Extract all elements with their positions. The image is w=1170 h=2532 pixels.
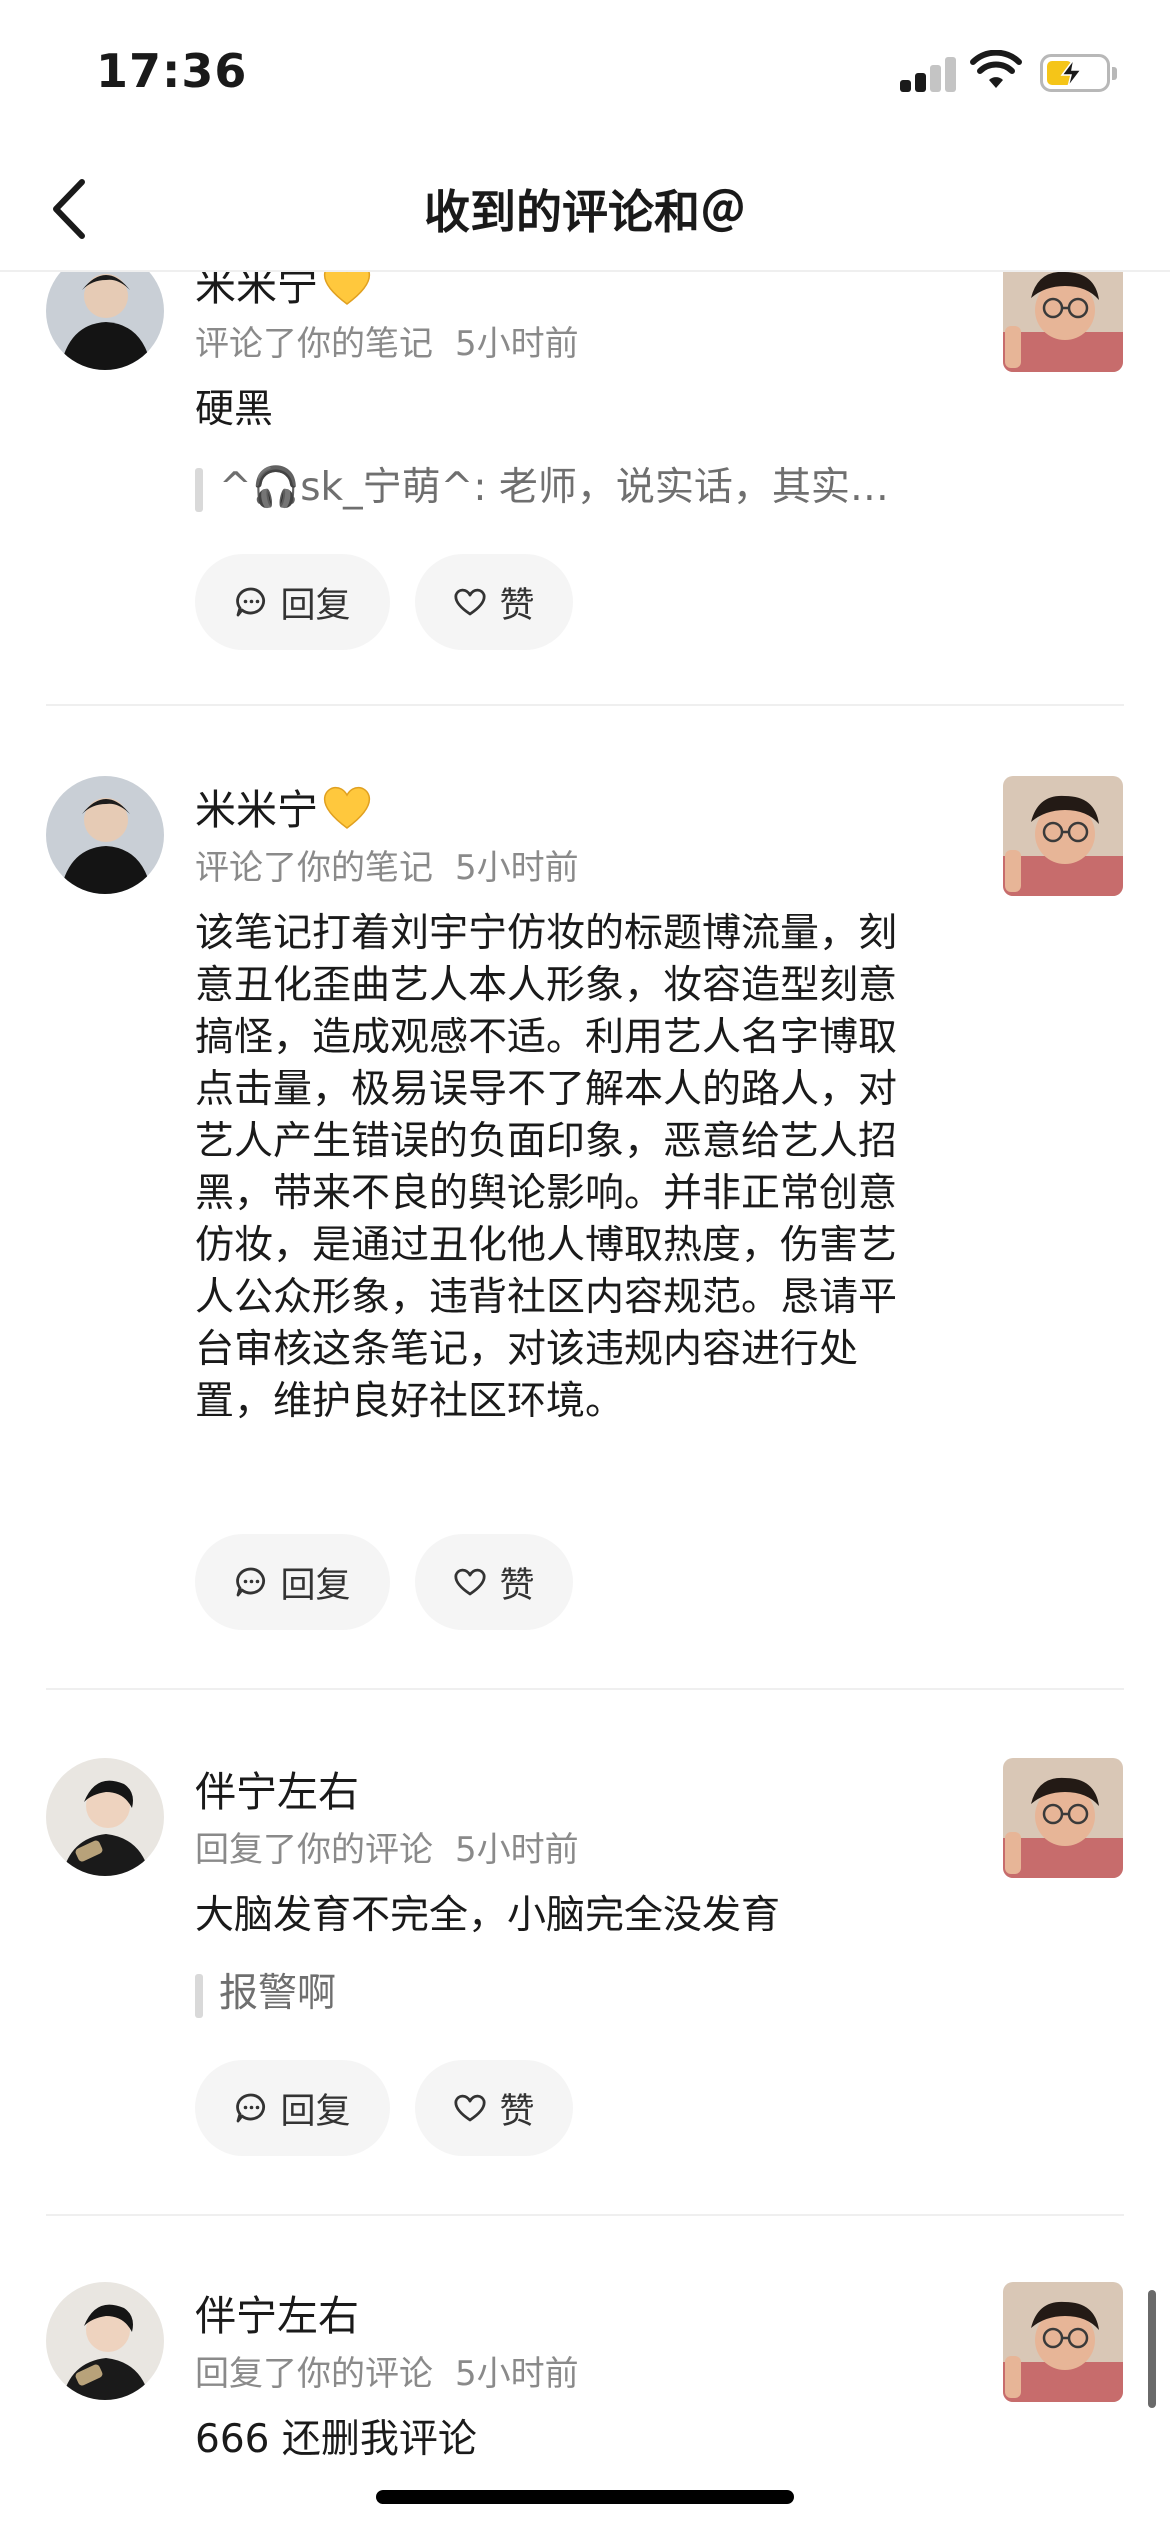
nav-bar: 收到的评论和＠ bbox=[0, 150, 1170, 272]
note-thumbnail[interactable] bbox=[1003, 272, 1123, 372]
action-text: 评论了你的笔记 bbox=[195, 848, 433, 888]
notification-item[interactable]: 伴宁左右 回复了你的评论 5小时前 大脑发育不完全，小脑完全没发育 报警啊 回复 … bbox=[0, 1758, 1170, 2278]
battery-icon bbox=[1040, 54, 1117, 92]
note-thumbnail[interactable] bbox=[1003, 776, 1123, 896]
yellow-heart-icon bbox=[322, 784, 372, 840]
timestamp: 5小时前 bbox=[455, 2354, 579, 2394]
divider bbox=[46, 704, 1124, 706]
notification-meta: 评论了你的笔记 5小时前 bbox=[195, 316, 579, 365]
scrollbar[interactable] bbox=[1148, 2290, 1156, 2408]
notification-meta: 评论了你的笔记 5小时前 bbox=[195, 840, 579, 889]
comment-text: 666 还删我评论 bbox=[195, 2417, 477, 2462]
timestamp: 5小时前 bbox=[455, 848, 579, 888]
user-avatar[interactable] bbox=[46, 1758, 164, 1876]
reply-button[interactable]: 回复 bbox=[195, 2060, 390, 2156]
status-time: 17:36 bbox=[96, 44, 248, 98]
yellow-heart-icon bbox=[322, 272, 372, 316]
wifi-icon bbox=[970, 50, 1022, 88]
user-avatar[interactable] bbox=[46, 2282, 164, 2400]
user-avatar[interactable] bbox=[46, 272, 164, 370]
reply-button[interactable]: 回复 bbox=[195, 1534, 390, 1630]
page-title: 收到的评论和＠ bbox=[424, 185, 746, 239]
action-text: 评论了你的笔记 bbox=[195, 324, 433, 364]
like-button[interactable]: 赞 bbox=[415, 1534, 573, 1630]
divider bbox=[46, 1688, 1124, 1690]
username[interactable]: 米米宁 bbox=[195, 776, 372, 840]
comment-text: 大脑发育不完全，小脑完全没发育 bbox=[195, 1893, 781, 1938]
heart-outline-icon bbox=[454, 1568, 487, 1596]
cellular-signal-icon bbox=[900, 56, 960, 92]
timestamp: 5小时前 bbox=[455, 324, 579, 364]
like-button[interactable]: 赞 bbox=[415, 2060, 573, 2156]
notification-meta: 回复了你的评论 5小时前 bbox=[195, 1822, 579, 1871]
user-avatar[interactable] bbox=[46, 776, 164, 894]
home-indicator[interactable] bbox=[376, 2490, 794, 2504]
heart-outline-icon bbox=[454, 588, 487, 616]
heart-outline-icon bbox=[454, 2094, 487, 2122]
comment-icon bbox=[236, 2093, 266, 2123]
comment-text: 该笔记打着刘宇宁仿妆的标题博流量，刻意丑化歪曲艺人本人形象，妆容造型刻意搞怪，造… bbox=[195, 911, 898, 1424]
notification-item[interactable]: 米米宁 评论了你的笔记 5小时前 该笔记打着刘宇宁仿妆的标题博流量，刻意丑化歪曲艺… bbox=[0, 776, 1170, 1756]
note-thumbnail[interactable] bbox=[1003, 2282, 1123, 2402]
reply-button[interactable]: 回复 bbox=[195, 554, 390, 650]
notification-list: 米米宁 评论了你的笔记 5小时前 硬黑 ^🎧sk_宁萌^: 老师，说实话，其实… … bbox=[0, 272, 1170, 2532]
quoted-comment[interactable]: ^🎧sk_宁萌^: 老师，说实话，其实… bbox=[195, 462, 935, 514]
note-thumbnail[interactable] bbox=[1003, 1758, 1123, 1878]
notification-meta: 回复了你的评论 5小时前 bbox=[195, 2346, 579, 2395]
timestamp: 5小时前 bbox=[455, 1830, 579, 1870]
username[interactable]: 伴宁左右 bbox=[195, 1758, 359, 1818]
status-bar: 17:36 bbox=[0, 0, 1170, 150]
action-text: 回复了你的评论 bbox=[195, 1830, 433, 1870]
username[interactable]: 米米宁 bbox=[195, 272, 372, 316]
quoted-comment[interactable]: 报警啊 bbox=[195, 1968, 935, 2020]
notification-item[interactable]: 米米宁 评论了你的笔记 5小时前 硬黑 ^🎧sk_宁萌^: 老师，说实话，其实… … bbox=[0, 272, 1170, 712]
comment-icon bbox=[236, 587, 266, 617]
like-button[interactable]: 赞 bbox=[415, 554, 573, 650]
divider bbox=[46, 2214, 1124, 2216]
comment-icon bbox=[236, 1567, 266, 1597]
comment-text: 硬黑 bbox=[195, 387, 274, 432]
username[interactable]: 伴宁左右 bbox=[195, 2282, 359, 2342]
action-text: 回复了你的评论 bbox=[195, 2354, 433, 2394]
